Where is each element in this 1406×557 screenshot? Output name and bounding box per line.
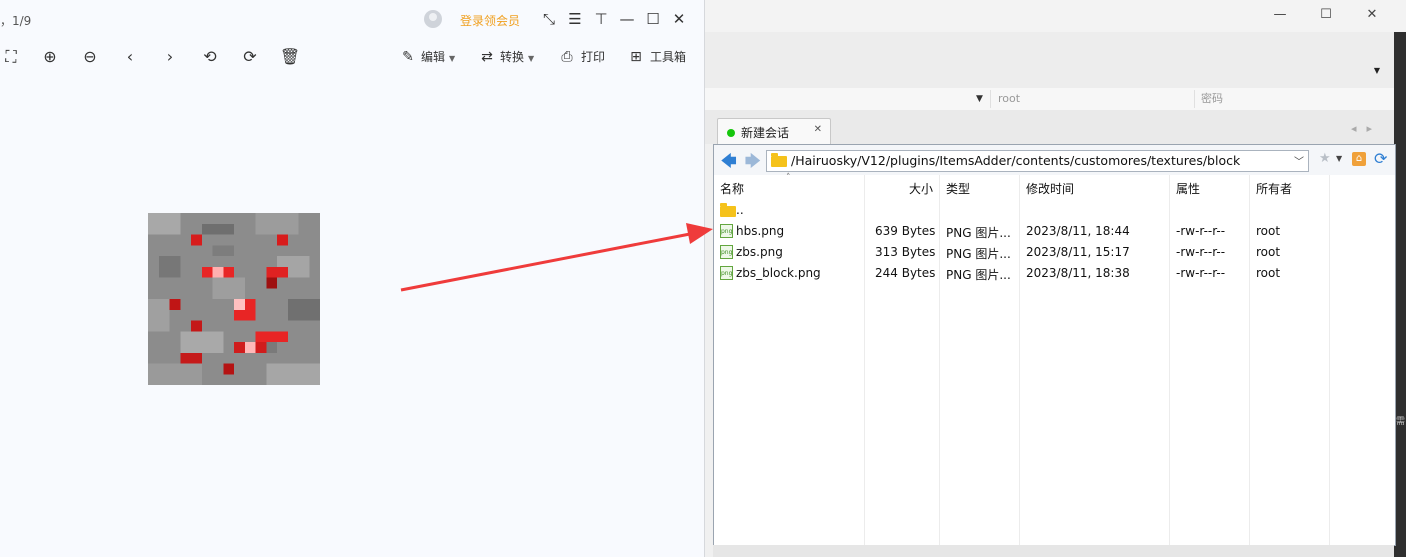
previous-icon[interactable]: ‹: [119, 46, 141, 68]
image-index: ，1/9: [0, 14, 32, 28]
login-bar: ▼ root 密码: [700, 88, 1394, 111]
bookmark-dropdown-icon[interactable]: ▼: [1336, 154, 1342, 163]
zoom-out-icon[interactable]: ⊖: [79, 46, 101, 68]
toolbar-dropdown-icon[interactable]: ▼: [1374, 66, 1380, 75]
col-permissions[interactable]: 属性: [1176, 180, 1200, 197]
file-name: zbs_block.png: [736, 266, 821, 280]
col-owner[interactable]: 所有者: [1256, 180, 1292, 197]
convert-button[interactable]: 转换 ▼: [500, 48, 534, 65]
folder-icon: [771, 153, 787, 167]
toolbox-icon[interactable]: ⊞: [625, 46, 647, 68]
col-type[interactable]: 类型: [946, 180, 970, 197]
png-file-icon: png: [720, 224, 733, 238]
zoom-in-icon[interactable]: ⊕: [39, 46, 61, 68]
username-field[interactable]: root: [998, 90, 1020, 108]
path-text: /Hairuosky/V12/plugins/ItemsAdder/conten…: [791, 153, 1241, 168]
file-row[interactable]: png hbs.png 639 Bytes PNG 图片... 2023/8/1…: [714, 221, 1395, 242]
file-name: ..: [736, 203, 744, 217]
file-size: 244 Bytes: [875, 266, 936, 280]
file-size: 639 Bytes: [875, 224, 936, 238]
edit-button[interactable]: 编辑 ▼: [421, 48, 455, 65]
col-modified[interactable]: 修改时间: [1026, 180, 1074, 197]
file-permissions: -rw-r--r--: [1176, 245, 1226, 259]
path-input[interactable]: /Hairuosky/V12/plugins/ItemsAdder/conten…: [766, 150, 1309, 172]
next-icon[interactable]: ›: [159, 46, 181, 68]
file-list-header: 名称 ˄ 大小 类型 修改时间 属性 所有者: [714, 173, 1395, 200]
horizontal-scrollbar[interactable]: [713, 545, 1394, 557]
path-dropdown-icon[interactable]: ﹀: [1294, 153, 1304, 168]
viewer-toolbar: ⛶ ⊕ ⊖ ‹ › ⟲ ⟳ 🗑 ✎ 编辑 ▼ ⇄ 转换 ▼ ⎙ 打印 ⊞ 工具箱: [0, 40, 704, 74]
file-browser-panel: 🡄 🡆 /Hairuosky/V12/plugins/ItemsAdder/co…: [713, 144, 1396, 546]
convert-icon[interactable]: ⇄: [476, 46, 498, 68]
minimize-icon[interactable]: —: [617, 9, 637, 29]
file-modified: 2023/8/11, 18:44: [1026, 224, 1130, 238]
file-row[interactable]: png zbs_block.png 244 Bytes PNG 图片... 20…: [714, 263, 1395, 284]
viewer-titlebar: ，1/9 登录领会员 ⤡ ☰ ⊤ — ☐ ✕: [0, 0, 704, 38]
host-dropdown-icon[interactable]: ▼: [976, 90, 983, 108]
print-button[interactable]: 打印: [581, 48, 605, 65]
file-permissions: -rw-r--r--: [1176, 224, 1226, 238]
file-permissions: -rw-r--r--: [1176, 266, 1226, 280]
maximize-icon[interactable]: ☐: [643, 9, 663, 29]
folder-icon: [720, 203, 736, 217]
delete-icon[interactable]: 🗑: [279, 46, 301, 68]
path-bar: 🡄 🡆 /Hairuosky/V12/plugins/ItemsAdder/co…: [714, 145, 1395, 176]
png-file-icon: png: [720, 266, 733, 280]
ore-texture: [148, 213, 320, 385]
file-type: PNG 图片...: [946, 268, 1011, 282]
file-type: PNG 图片...: [946, 226, 1011, 240]
file-size: 313 Bytes: [875, 245, 936, 259]
edge-text: 需: [1396, 417, 1406, 427]
back-arrow-icon[interactable]: 🡄: [721, 151, 737, 176]
sftp-titlebar: — ☐ ✕: [700, 0, 1406, 32]
image-preview: [148, 213, 320, 385]
file-owner: root: [1256, 245, 1281, 259]
maximize-icon[interactable]: ☐: [1314, 5, 1338, 25]
file-owner: root: [1256, 266, 1281, 280]
sort-ascending-icon: ˄: [786, 173, 791, 183]
tab-new-session[interactable]: 新建会话 ✕: [717, 118, 831, 145]
password-field[interactable]: 密码: [1201, 90, 1223, 108]
png-file-icon: png: [720, 245, 733, 259]
print-icon[interactable]: ⎙: [556, 46, 578, 68]
menu-icon[interactable]: ☰: [565, 9, 585, 29]
rotate-right-icon[interactable]: ⟳: [239, 46, 261, 68]
file-row[interactable]: png zbs.png 313 Bytes PNG 图片... 2023/8/1…: [714, 242, 1395, 263]
bookmark-star-icon[interactable]: ★: [1319, 151, 1331, 166]
tab-close-icon[interactable]: ✕: [814, 124, 822, 135]
close-icon[interactable]: ✕: [1360, 5, 1384, 25]
file-type: PNG 图片...: [946, 247, 1011, 261]
close-icon[interactable]: ✕: [669, 9, 689, 29]
col-size[interactable]: 大小: [909, 180, 933, 197]
sftp-window: — ☐ ✕ ▼ ▼ root 密码 需 新建会话 ✕ ◂▸ 🡄 🡆 /Hairu…: [700, 0, 1406, 557]
minimize-icon[interactable]: —: [1268, 5, 1292, 25]
image-viewer-window: ，1/9 登录领会员 ⤡ ☰ ⊤ — ☐ ✕ ⛶ ⊕ ⊖ ‹ › ⟲ ⟳ 🗑 ✎…: [0, 0, 705, 557]
sftp-toolbar: ▼: [700, 32, 1394, 89]
file-name: zbs.png: [736, 245, 783, 259]
toolbox-button[interactable]: 工具箱: [650, 48, 686, 65]
fit-window-icon[interactable]: ⛶: [0, 46, 22, 68]
avatar[interactable]: [424, 10, 442, 28]
forward-arrow-icon[interactable]: 🡆: [745, 151, 761, 176]
file-owner: root: [1256, 224, 1281, 238]
parent-dir-row[interactable]: ..: [714, 200, 1395, 221]
rotate-left-icon[interactable]: ⟲: [199, 46, 221, 68]
file-modified: 2023/8/11, 15:17: [1026, 245, 1130, 259]
fullscreen-icon[interactable]: ⤡: [539, 9, 559, 29]
file-modified: 2023/8/11, 18:38: [1026, 266, 1130, 280]
tab-label: 新建会话: [741, 126, 790, 140]
edit-icon[interactable]: ✎: [397, 46, 419, 68]
col-name[interactable]: 名称: [720, 180, 744, 197]
session-tabstrip: 新建会话 ✕ ◂▸: [700, 110, 1394, 145]
login-vip-link[interactable]: 登录领会员: [460, 12, 520, 29]
pin-icon[interactable]: ⊤: [591, 9, 611, 29]
tab-scroll-arrows-icon[interactable]: ◂▸: [1351, 122, 1382, 135]
home-icon[interactable]: ⌂: [1352, 152, 1366, 166]
refresh-icon[interactable]: ⟳: [1374, 149, 1387, 168]
file-name: hbs.png: [736, 224, 785, 238]
status-dot: [727, 129, 735, 137]
